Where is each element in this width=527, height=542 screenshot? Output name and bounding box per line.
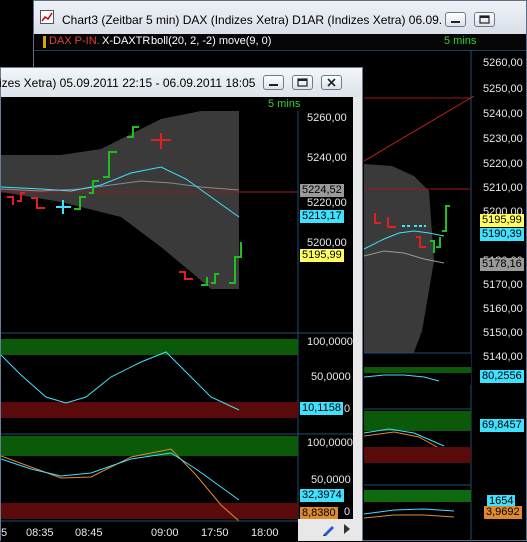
osc2-line [363,428,445,447]
trend-line [363,95,475,162]
maximize-icon [297,78,308,87]
time-tick: 08:45 [75,527,103,539]
front-title: izes Xetra) 05.09.2011 22:15 - 06.09.201… [0,76,256,90]
time-tick: 17:50 [201,527,229,539]
osc2-tick: 100,0000 [307,437,353,449]
osc1-tick: 0 [344,403,351,415]
pen-icon [323,526,334,536]
osc1-tag: 10,1158 [300,402,343,415]
osc1-line [1,351,240,411]
volume-bars [364,490,471,502]
price-tag-yellow: 5195,99 [480,214,524,227]
price-tick: 5260,00 [307,112,347,124]
front-chart-area: 5 mins 5260,00 5240,00 5224,52 5220,00 5… [1,97,353,541]
osc2-tag: 69,8457 [480,419,524,432]
osc2-tick: 0 [344,506,351,518]
price-tick: 5150,00 [483,327,523,339]
chevron-right-icon [344,524,350,534]
pen-tool-button[interactable] [320,521,338,537]
time-tick: 5 [1,527,8,539]
osc2-oversold [1,503,298,519]
price-tick: 5240,00 [483,108,523,120]
minimize-icon [269,84,278,86]
front-titlebar[interactable]: izes Xetra) 05.09.2011 22:15 - 06.09.201… [0,68,362,97]
front-maximize-button[interactable] [292,75,313,90]
front-close-button[interactable] [321,75,342,90]
osc2-tag-cyan: 32,3974 [300,489,344,502]
osc1-tick: 50,0000 [311,371,351,383]
front-minimize-button[interactable] [263,75,284,90]
osc1-tick: 100,0000 [307,336,353,348]
osc2-overbought [364,411,471,431]
price-tick: 5160,00 [483,303,523,315]
osc1-overbought [1,339,298,355]
bollinger-band [364,164,434,373]
front-bottom-bar [298,519,362,541]
time-tick: 09:00 [151,527,179,539]
price-tag-gray: 5224,52 [300,184,344,197]
osc1-oversold [1,402,298,418]
time-tick: 18:00 [251,527,279,539]
chart-front-window: izes Xetra) 05.09.2011 22:15 - 06.09.201… [0,67,363,541]
osc2-line-cyan [1,452,240,501]
osc2-oversold [364,447,471,463]
close-icon [327,78,336,87]
price-tick: 5200,00 [307,237,347,249]
price-tick: 5220,00 [307,197,347,209]
scroll-right-button[interactable] [341,522,353,536]
price-tag-cyan: 5213,17 [300,210,344,223]
price-tick: 5140,00 [483,351,523,363]
price-tick: 5240,00 [307,152,347,164]
volume-line-orange [363,514,455,519]
price-tag-cyan: 5190,39 [480,228,524,241]
price-tag-yellow: 5195,99 [300,249,344,262]
volume-line [363,508,455,515]
price-tick: 5260,00 [483,57,523,69]
osc1-overbought [364,367,471,373]
price-tick: 5230,00 [483,133,523,145]
time-tick: 08:35 [26,527,54,539]
price-tick: 5220,00 [483,158,523,170]
front-plot [1,111,353,522]
front-vertical-scrollbar[interactable] [353,97,362,519]
price-tick: 5250,00 [483,83,523,95]
price-tick: 5210,00 [483,182,523,194]
osc2-tick: 50,0000 [311,474,351,486]
volume-tag-yellow: 3,9692 [484,506,522,519]
price-tag-gray: 5178,16 [480,258,524,271]
osc1-tag: 80,2556 [480,370,524,383]
price-tick: 5170,00 [483,279,523,291]
